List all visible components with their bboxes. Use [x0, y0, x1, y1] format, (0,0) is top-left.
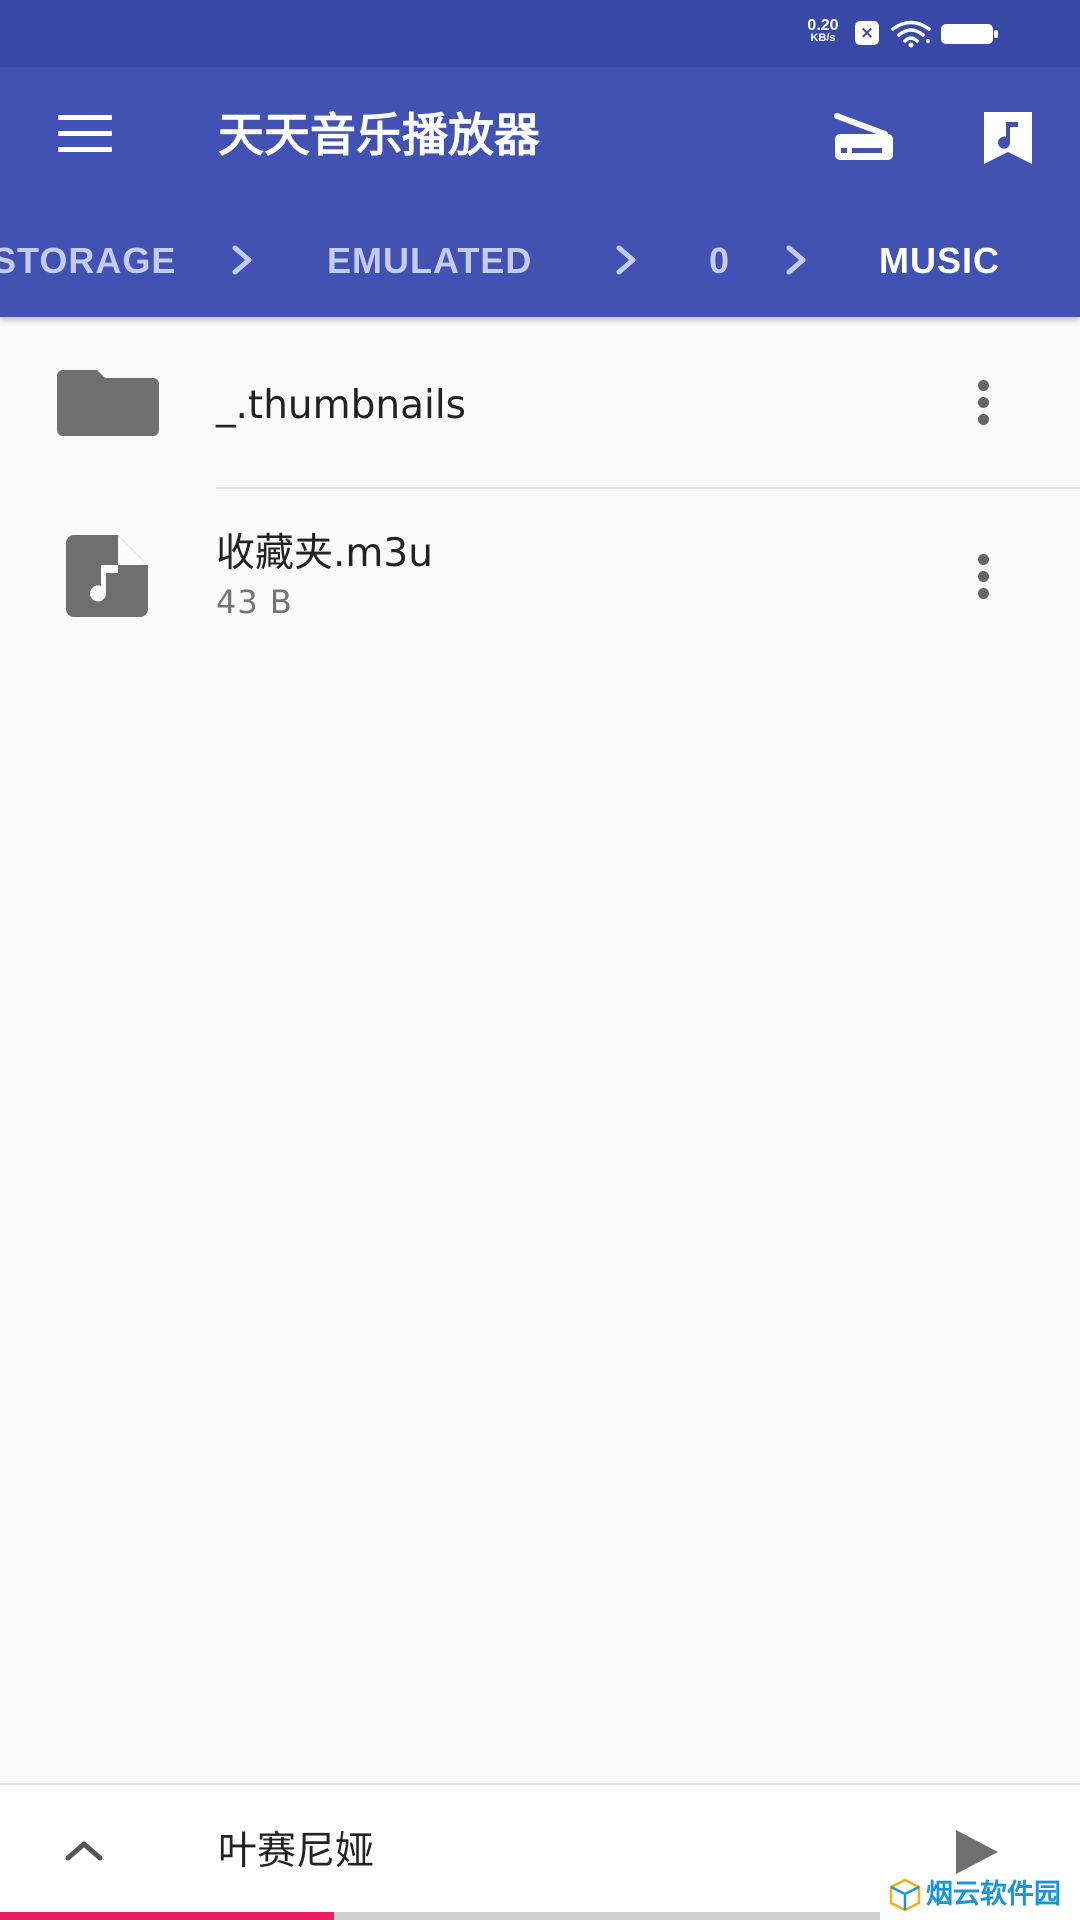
list-item[interactable] [0, 489, 1080, 659]
watermark-text: 烟云软件园 [926, 1879, 1061, 1910]
app-title: 天天音乐播放器 [218, 108, 540, 162]
folder-icon [57, 370, 159, 436]
music-library-icon[interactable] [980, 108, 1036, 168]
track-title: 叶赛尼娅 [218, 1829, 375, 1874]
list-item-size: 43 B [216, 583, 293, 621]
hamburger-menu-icon[interactable] [40, 98, 130, 168]
chevron-right-icon [232, 245, 252, 275]
breadcrumb-item-0[interactable]: 0 [709, 236, 730, 286]
chevron-right-icon [786, 245, 806, 275]
list-item-name: _.thumbnails [216, 383, 466, 428]
chevron-up-icon[interactable] [60, 1830, 108, 1870]
music-file-icon [66, 535, 148, 617]
notification-badge: × [855, 21, 879, 45]
more-vert-icon[interactable] [963, 372, 1003, 432]
breadcrumb-item-storage[interactable]: STORAGE [0, 236, 176, 286]
network-speed-indicator: 0.20 KB/s [800, 17, 846, 45]
playback-progress-fill [0, 1912, 334, 1920]
chevron-right-icon [616, 245, 636, 275]
breadcrumb-item-music[interactable]: MUSIC [879, 236, 1000, 286]
wifi-icon [891, 20, 931, 48]
scanner-icon[interactable] [825, 108, 903, 166]
network-speed-value: 0.20 [807, 17, 839, 34]
more-vert-icon[interactable] [963, 546, 1003, 606]
play-icon[interactable] [950, 1826, 1002, 1878]
list-item[interactable] [0, 317, 1080, 487]
breadcrumb-item-emulated[interactable]: EMULATED [327, 236, 532, 286]
watermark-logo-icon [889, 1878, 921, 1912]
battery-icon [941, 24, 998, 44]
list-item-name: 收藏夹.m3u [216, 531, 433, 576]
